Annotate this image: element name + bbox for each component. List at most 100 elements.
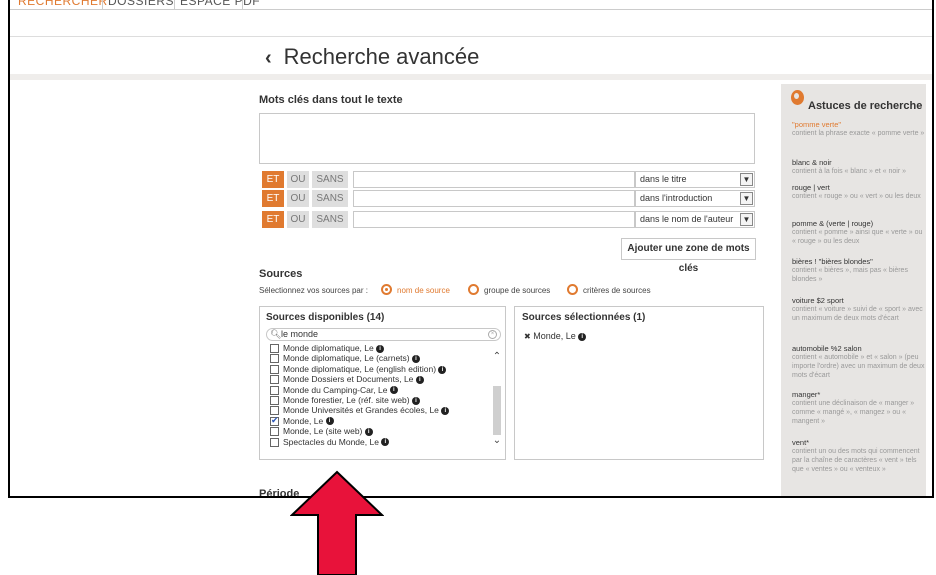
- tip-item: rouge | vert contient « rouge » ou « ver…: [792, 183, 925, 201]
- scope-select[interactable]: dans l'introduction ▼: [635, 190, 755, 207]
- radio-label[interactable]: critères de sources: [583, 286, 651, 295]
- chevron-down-icon[interactable]: ▼: [740, 213, 753, 226]
- divider: [10, 36, 932, 37]
- info-icon[interactable]: i: [381, 438, 390, 447]
- source-name: Monde, Le: [283, 415, 324, 426]
- tip-item: automobile %2 salon contient « automobil…: [792, 344, 925, 380]
- list-item[interactable]: Monde du Camping-Car, Le i: [270, 385, 490, 395]
- ou-button[interactable]: OU: [287, 211, 309, 228]
- sans-button[interactable]: SANS: [312, 190, 348, 207]
- keyword-input[interactable]: [353, 211, 635, 228]
- available-sources-title: Sources disponibles (14): [266, 312, 385, 323]
- scope-select[interactable]: dans le nom de l'auteur ▼: [635, 211, 755, 228]
- tip-term: voiture $2 sport: [792, 296, 844, 305]
- nav-separator: [174, 0, 175, 10]
- tip-item: "pomme verte" contient la phrase exacte …: [792, 120, 925, 138]
- add-keyword-zone-button[interactable]: Ajouter une zone de mots clés: [621, 238, 756, 274]
- info-icon[interactable]: i: [412, 396, 420, 405]
- chevron-down-icon[interactable]: ▼: [740, 173, 753, 186]
- list-item[interactable]: Monde diplomatique, Le (english edition)…: [270, 364, 490, 374]
- info-icon[interactable]: i: [389, 386, 398, 395]
- keywords-textarea[interactable]: [259, 113, 755, 164]
- tab-espace-pdf[interactable]: ESPACE PDF: [180, 0, 260, 8]
- source-search-value: le monde: [281, 329, 319, 339]
- back-chevron-icon[interactable]: ‹: [265, 47, 272, 69]
- info-icon[interactable]: i: [441, 407, 450, 416]
- info-icon[interactable]: i: [376, 344, 385, 353]
- scope-value: dans le titre: [640, 174, 687, 184]
- chevron-down-icon[interactable]: ▼: [740, 192, 753, 205]
- et-button[interactable]: ET: [262, 211, 284, 228]
- tip-desc: contient « bières », mais pas « bières b…: [792, 267, 908, 283]
- et-button[interactable]: ET: [262, 171, 284, 188]
- info-icon[interactable]: i: [578, 332, 587, 341]
- radio-label[interactable]: groupe de sources: [484, 286, 550, 295]
- checkbox[interactable]: [270, 437, 279, 447]
- et-button[interactable]: ET: [262, 190, 284, 207]
- radio-criteres-de-sources[interactable]: [567, 284, 578, 295]
- radio-nom-de-source[interactable]: [381, 284, 392, 295]
- checkbox[interactable]: [270, 354, 279, 364]
- info-icon[interactable]: i: [415, 375, 424, 384]
- info-icon[interactable]: i: [364, 427, 373, 436]
- tip-term: bières ! "bières blondes": [792, 257, 873, 266]
- keyword-input[interactable]: [353, 171, 635, 188]
- tip-term: "pomme verte": [792, 120, 842, 129]
- list-item[interactable]: Spectacles du Monde, Le i: [270, 437, 490, 447]
- clear-icon[interactable]: ×: [488, 330, 497, 339]
- tip-item: pomme & (verte | rouge) contient « pomme…: [792, 219, 925, 246]
- source-list-scrollbar[interactable]: ⌃ ⌄: [492, 345, 502, 457]
- sans-button[interactable]: SANS: [312, 211, 348, 228]
- radio-label[interactable]: nom de source: [397, 286, 450, 295]
- info-icon[interactable]: i: [438, 365, 447, 374]
- source-name: Monde du Camping-Car, Le: [283, 384, 388, 395]
- list-item[interactable]: Monde diplomatique, Le (carnets) i: [270, 353, 490, 364]
- tip-item: voiture $2 sport contient « voiture » su…: [792, 296, 925, 323]
- list-item[interactable]: Monde forestier, Le (réf. site web) i: [270, 395, 490, 405]
- source-name: Monde Dossiers et Documents, Le: [283, 374, 414, 385]
- source-list[interactable]: Monde diplomatique, Le i Monde diplomati…: [270, 343, 490, 455]
- checkbox[interactable]: [270, 427, 279, 437]
- checkbox[interactable]: [270, 375, 279, 385]
- checkbox[interactable]: [270, 344, 279, 353]
- ou-button[interactable]: OU: [287, 190, 309, 207]
- tip-term: automobile %2 salon: [792, 344, 862, 353]
- tip-desc: contient un ou des mots qui commencent p…: [792, 448, 920, 473]
- info-icon[interactable]: i: [325, 417, 334, 426]
- selected-source-item: ✖ Monde, Le i: [524, 331, 587, 341]
- keyword-input[interactable]: [353, 190, 635, 207]
- remove-icon[interactable]: ✖: [524, 332, 531, 341]
- tip-item: manger* contient une déclinaison de « ma…: [792, 390, 925, 426]
- scope-select[interactable]: dans le titre ▼: [635, 171, 755, 188]
- tip-term: vent*: [792, 438, 810, 447]
- chevron-down-icon[interactable]: ⌄: [492, 435, 502, 446]
- keywords-label: Mots clés dans tout le texte: [259, 94, 403, 106]
- pointer-arrow-icon: [290, 470, 384, 575]
- tip-desc: contient à la fois « blanc » et « noir »: [792, 168, 907, 175]
- checkbox[interactable]: [270, 395, 279, 405]
- chevron-up-icon[interactable]: ⌃: [492, 351, 502, 362]
- tab-dossiers[interactable]: DOSSIERS: [108, 0, 174, 8]
- ou-button[interactable]: OU: [287, 171, 309, 188]
- search-tips-sidebar: Astuces de recherche "pomme verte" conti…: [781, 84, 926, 496]
- scrollbar-thumb[interactable]: [493, 386, 501, 435]
- tab-rechercher[interactable]: RECHERCHER: [18, 0, 108, 8]
- source-name: Monde diplomatique, Le: [283, 343, 374, 353]
- list-item[interactable]: Monde Dossiers et Documents, Le i: [270, 374, 490, 385]
- checkbox-checked[interactable]: [270, 415, 279, 426]
- list-item[interactable]: Monde, Le (site web) i: [270, 426, 490, 437]
- tip-desc: contient la phrase exacte « pomme verte …: [792, 130, 925, 137]
- sans-button[interactable]: SANS: [312, 171, 348, 188]
- list-item[interactable]: Monde, Le i: [270, 415, 490, 426]
- tip-term: manger*: [792, 390, 821, 399]
- checkbox[interactable]: [270, 385, 279, 395]
- tip-item: vent* contient un ou des mots qui commen…: [792, 438, 925, 474]
- info-icon[interactable]: i: [412, 355, 420, 364]
- source-search-input[interactable]: 🔍︎ le monde ×: [266, 328, 501, 341]
- radio-groupe-de-sources[interactable]: [468, 284, 479, 295]
- list-item[interactable]: Monde Universités et Grandes écoles, Le …: [270, 405, 490, 416]
- top-navigation: RECHERCHER DOSSIERS ESPACE PDF: [10, 0, 932, 10]
- checkbox[interactable]: [270, 364, 279, 374]
- list-item[interactable]: Monde diplomatique, Le i: [270, 343, 490, 353]
- tip-desc: contient « voiture » suivi de « sport » …: [792, 306, 923, 322]
